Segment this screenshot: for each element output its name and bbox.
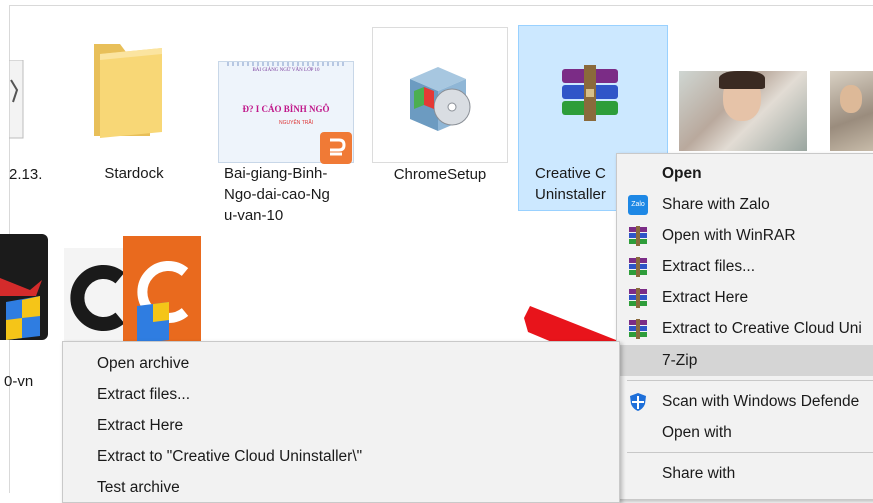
window-border-top: [9, 5, 873, 6]
menu-item-open-winrar[interactable]: Open with WinRAR: [617, 220, 873, 251]
file-label-line: Bai-giang-Binh-: [224, 165, 328, 182]
submenu-item-test-archive[interactable]: Test archive: [63, 472, 619, 503]
photo-thumbnail: [679, 71, 807, 151]
file-label: 2.13.: [9, 166, 43, 183]
file-label-line: Creative C: [535, 165, 606, 182]
file-label-line: Ngo-dai-cao-Ng: [224, 186, 330, 203]
file-item-ppt[interactable]: BÀI GIẢNG NGỮ VĂN LỚP 10 Đ? I CÁO BÌNH N…: [214, 30, 359, 230]
file-label-lines: Bai-giang-Binh- Ngo-dai-cao-Ng u-van-10: [224, 163, 364, 226]
menu-item-label: Scan with Windows Defende: [662, 393, 860, 410]
file-label-line: Uninstaller: [535, 186, 606, 203]
file-item-app-vn[interactable]: 0-vn: [0, 234, 50, 394]
menu-item-label: Extract Here: [662, 289, 749, 306]
menu-item-label: Extract to Creative Cloud Uni: [662, 320, 862, 337]
powerpoint-badge-icon: [320, 132, 352, 164]
file-label: 0-vn: [4, 373, 34, 390]
winrar-icon: [562, 65, 618, 121]
menu-item-share-with[interactable]: Share with: [617, 458, 873, 489]
file-label: Stardock: [104, 165, 164, 182]
photo-thumbnail: [830, 71, 873, 151]
submenu-item-extract-files[interactable]: Extract files...: [63, 379, 619, 410]
menu-item-7zip[interactable]: 7-Zip: [617, 345, 873, 376]
menu-item-scan-defender[interactable]: Scan with Windows Defende: [617, 386, 873, 417]
menu-item-label: Share with: [662, 465, 736, 482]
zalo-icon: Zalo: [628, 195, 648, 215]
file-item-photo-1[interactable]: [679, 71, 807, 159]
winrar-icon: [629, 288, 647, 308]
shield-badge-icon: [0, 278, 42, 340]
menu-item-label: Share with Zalo: [662, 196, 770, 213]
file-item-ccleaner[interactable]: [64, 236, 204, 346]
thumb-decor-lines: [227, 62, 345, 66]
menu-item-label: 7-Zip: [662, 352, 698, 369]
menu-item-label: Extract files...: [662, 258, 756, 275]
context-menu: Open Zalo Share with Zalo Open with WinR…: [616, 153, 873, 500]
thumb-title-line: BÀI GIẢNG NGỮ VĂN LỚP 10: [252, 68, 320, 73]
photo-hair-shape: [719, 71, 765, 89]
app-icon: [0, 234, 48, 340]
winrar-icon: [629, 257, 647, 277]
installer-icon: [410, 67, 471, 131]
winrar-icon: [629, 319, 647, 339]
menu-item-label: Extract files...: [97, 386, 191, 403]
menu-item-label: Extract Here: [97, 417, 184, 434]
file-item-chromesetup[interactable]: ChromeSetup: [372, 27, 508, 207]
menu-item-open[interactable]: Open: [617, 158, 873, 189]
menu-item-label: Open with: [662, 424, 732, 441]
menu-item-extract-to[interactable]: Extract to Creative Cloud Uni: [617, 313, 873, 344]
submenu-item-extract-here[interactable]: Extract Here: [63, 410, 619, 441]
orange-app-icon: [123, 236, 201, 344]
menu-item-extract-here[interactable]: Extract Here: [617, 282, 873, 313]
file-label-line: u-van-10: [224, 207, 284, 224]
explorer-window: 2.13. Stardock BÀI GIẢNG NGỮ VĂN LỚP 10 …: [0, 0, 873, 503]
menu-item-label: Open archive: [97, 355, 190, 372]
file-icon: [9, 60, 24, 139]
menu-separator: [627, 452, 873, 453]
winrar-icon: [629, 226, 647, 246]
menu-item-open-with[interactable]: Open with: [617, 417, 873, 448]
defender-icon: [630, 393, 646, 411]
menu-item-label: Extract to "Creative Cloud Uninstaller\": [97, 448, 363, 465]
submenu-7zip: Open archive Extract files... Extract He…: [62, 341, 620, 503]
menu-item-label: Open with WinRAR: [662, 227, 796, 244]
menu-separator: [627, 380, 873, 381]
ccleaner-icon: [64, 248, 128, 344]
menu-item-label: Open: [662, 165, 702, 182]
menu-item-share-zalo[interactable]: Zalo Share with Zalo: [617, 189, 873, 220]
menu-item-label: Test archive: [97, 479, 180, 496]
folder-icon: [94, 44, 162, 138]
thumb-big-title: Đ? I CÁO BÌNH NGÔ: [242, 104, 330, 114]
file-label-lines: Creative C Uninstaller: [535, 163, 606, 205]
file-item-photo-2[interactable]: [830, 71, 873, 159]
file-item-stardock[interactable]: Stardock: [75, 30, 193, 190]
menu-item-extract-files[interactable]: Extract files...: [617, 251, 873, 282]
file-item-partial[interactable]: 2.13.: [0, 40, 50, 200]
thumb-small-red: NGUYỄN TRÃI: [279, 120, 314, 126]
submenu-item-open-archive[interactable]: Open archive: [63, 348, 619, 379]
file-label: ChromeSetup: [393, 166, 487, 183]
submenu-item-extract-to[interactable]: Extract to "Creative Cloud Uninstaller\": [63, 441, 619, 472]
photo-face-shape: [840, 85, 862, 113]
